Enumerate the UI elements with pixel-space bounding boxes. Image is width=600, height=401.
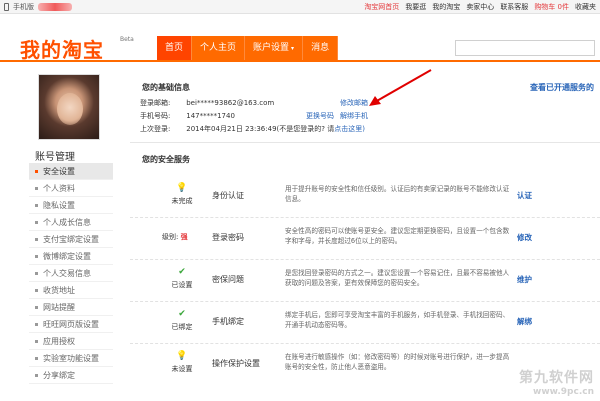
my-taobao-logo[interactable]: 我的淘宝 <box>20 34 104 63</box>
sidebar-menu: 安全设置 个人资料 隐私设置 个人成长信息 支付宝绑定设置 微博绑定设置 个人交… <box>29 163 113 384</box>
nav-home[interactable]: 首页 <box>157 36 193 60</box>
password-level-label: 级别: <box>162 233 179 241</box>
protection-status: 💡 未设置 <box>168 352 196 374</box>
site-topbar: 手机版 淘宝网首页 我要逛 我的淘宝 卖家中心 联系客服 购物车 0件 收藏夹 <box>0 0 600 14</box>
browse-link[interactable]: 我要逛 <box>405 2 426 12</box>
sidebar-item-share[interactable]: 分享绑定 <box>29 367 113 384</box>
identity-status: 💡 未完成 <box>168 184 196 206</box>
check-icon: ✔ <box>178 309 186 319</box>
check-icon: ✔ <box>178 267 186 277</box>
phone-binding-status: ✔ 已绑定 <box>168 310 196 332</box>
cart-link[interactable]: 购物车 0件 <box>534 2 569 12</box>
phone-value: 147*****1740 <box>186 112 235 120</box>
phone-binding-desc: 绑定手机后，您即可享受淘宝丰富的手机服务，如手机登录、手机找回密码、开通手机动态… <box>285 311 510 329</box>
email-row: 登录邮箱: bei*****93862@163.com <box>140 98 274 108</box>
service-row-identity: 💡 未完成 身份认证 用于提升账号的安全性和信任级别。认证后的有卖家记录的账号不能… <box>130 176 600 218</box>
site-watermark: 第九软件网 www.9pc.cn <box>519 367 594 397</box>
click-here-link[interactable]: 点击这里) <box>334 125 365 133</box>
identity-name: 身份认证 <box>212 191 244 200</box>
password-level: 级别: 强 <box>162 232 188 242</box>
identity-desc: 用于提升账号的安全性和信任级别。认证后的有卖家记录的账号不能修改认证信息。 <box>285 185 510 203</box>
section-divider <box>130 142 600 143</box>
password-modify-link[interactable]: 修改 <box>517 232 532 243</box>
watermark-url: www.9pc.cn <box>533 387 594 397</box>
nav-profile[interactable]: 个人主页 <box>192 36 246 60</box>
question-maintain-link[interactable]: 维护 <box>517 274 532 285</box>
password-desc: 安全性高的密码可以使账号更安全。建议您定期更换密码，且设置一个包含数字和字母，并… <box>285 227 510 245</box>
email-label: 登录邮箱: <box>140 99 171 107</box>
service-row-phone-binding: ✔ 已绑定 手机绑定 绑定手机后，您即可享受淘宝丰富的手机服务，如手机登录、手机找… <box>130 302 600 344</box>
beta-badge: Beta <box>120 36 134 43</box>
sidebar-item-app-auth[interactable]: 应用授权 <box>29 333 113 350</box>
unbind-phone-link[interactable]: 解绑手机 <box>340 111 368 121</box>
sidebar-item-profile[interactable]: 个人资料 <box>29 180 113 197</box>
my-taobao-link[interactable]: 我的淘宝 <box>432 2 460 12</box>
blurred-username <box>38 3 72 11</box>
password-level-value: 强 <box>180 233 188 241</box>
phone-label: 手机号码: <box>140 112 171 120</box>
bulb-icon: 💡 <box>176 351 188 361</box>
customer-service-link[interactable]: 联系客服 <box>500 2 528 12</box>
watermark-text: 第九软件网 <box>519 370 594 386</box>
protection-name: 操作保护设置 <box>212 359 260 368</box>
email-value: bei*****93862@163.com <box>186 99 275 107</box>
sidebar-title: 账号管理 <box>35 152 75 163</box>
sidebar-item-security[interactable]: 安全设置 <box>29 163 113 180</box>
sidebar-item-weibo[interactable]: 微博绑定设置 <box>29 248 113 265</box>
seller-center-link[interactable]: 卖家中心 <box>466 2 494 12</box>
page-header: 我的淘宝 Beta 首页 个人主页 账户设置 ▾ 消息 <box>0 14 600 62</box>
sidebar-item-trade-info[interactable]: 个人交易信息 <box>29 265 113 282</box>
taobao-home-link[interactable]: 淘宝网首页 <box>364 2 399 12</box>
sidebar-item-reminders[interactable]: 网站提醒 <box>29 299 113 316</box>
sidebar-item-lab[interactable]: 实验室功能设置 <box>29 350 113 367</box>
sidebar-item-alipay[interactable]: 支付宝绑定设置 <box>29 231 113 248</box>
main-nav: 首页 个人主页 账户设置 ▾ 消息 <box>157 36 339 60</box>
annotation-arrow-icon <box>369 69 432 106</box>
password-name: 登录密码 <box>212 233 244 242</box>
nav-account-settings-label: 账户设置 <box>253 43 290 53</box>
phone-binding-name: 手机绑定 <box>212 317 244 326</box>
change-email-link[interactable]: 修改邮箱 <box>340 98 368 108</box>
phone-row: 手机号码: 147*****1740 <box>140 111 235 121</box>
service-row-security-question: ✔ 已设置 密保问题 是您找回登录密码的方式之一。建议您设置一个容易记住，且最不容… <box>130 260 600 302</box>
nav-messages[interactable]: 消息 <box>303 36 339 60</box>
sidebar-item-address[interactable]: 收货地址 <box>29 282 113 299</box>
view-services-link[interactable]: 查看已开通服务的 <box>530 82 594 93</box>
nav-account-settings[interactable]: 账户设置 ▾ <box>245 36 304 60</box>
identity-auth-link[interactable]: 认证 <box>517 190 532 201</box>
last-login-label: 上次登录: <box>140 125 171 133</box>
last-login-value: 2014年04月21日 23:36:49(不是您登录的? 请 <box>186 125 335 133</box>
services-title: 您的安全服务 <box>142 155 190 164</box>
question-status: ✔ 已设置 <box>168 268 196 290</box>
change-phone-link[interactable]: 更换号码 <box>306 111 334 121</box>
question-name: 密保问题 <box>212 275 244 284</box>
protection-desc: 在账号进行敏感操作（如：修改密码等）的时候对账号进行保护，进一步提高账号的安全性… <box>285 353 510 371</box>
avatar[interactable] <box>38 74 100 140</box>
last-login-row: 上次登录: 2014年04月21日 23:36:49(不是您登录的? 请点击这里… <box>140 124 365 134</box>
bulb-icon: 💡 <box>176 183 188 193</box>
mobile-version-link[interactable]: 手机版 <box>13 2 34 12</box>
service-row-password: 级别: 强 登录密码 安全性高的密码可以使账号更安全。建议您定期更换密码，且设置… <box>130 218 600 260</box>
phone-unbind-link[interactable]: 解绑 <box>517 316 532 327</box>
sidebar-item-wangwang[interactable]: 旺旺网页版设置 <box>29 316 113 333</box>
search-input[interactable] <box>455 40 595 56</box>
question-desc: 是您找回登录密码的方式之一。建议您设置一个容易记住，且最不容易被他人获取的问题及… <box>285 269 510 287</box>
sidebar-item-growth[interactable]: 个人成长信息 <box>29 214 113 231</box>
basic-info-title: 您的基础信息 <box>142 83 190 92</box>
favorites-link[interactable]: 收藏夹 <box>575 2 596 12</box>
sidebar-item-privacy[interactable]: 隐私设置 <box>29 197 113 214</box>
mobile-phone-icon <box>4 3 9 11</box>
chevron-down-icon: ▾ <box>291 45 295 52</box>
